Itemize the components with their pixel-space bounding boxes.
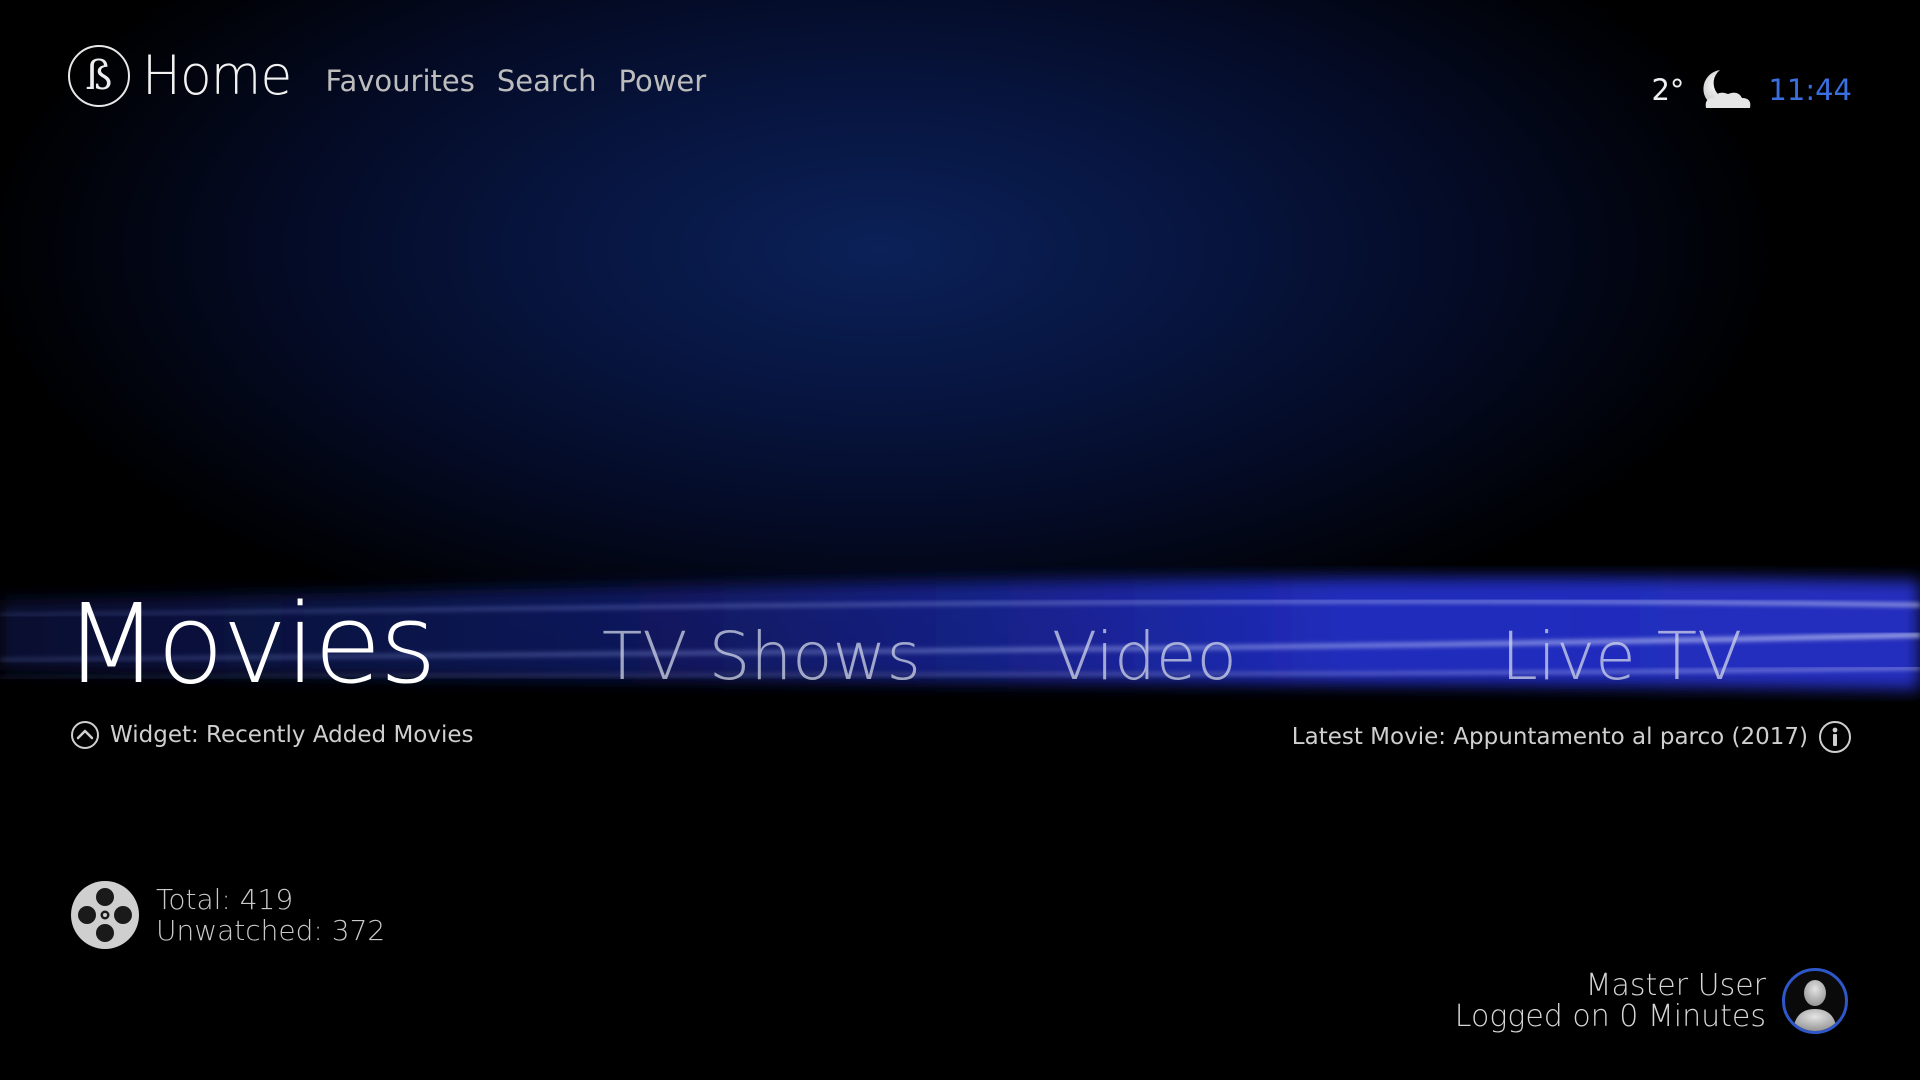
status-area: 2° 11:44 xyxy=(1651,66,1852,114)
menu-item-live-tv[interactable]: Live TV xyxy=(1501,618,1742,695)
chevron-up-circle-icon xyxy=(71,721,99,749)
nav-power[interactable]: Power xyxy=(619,64,707,98)
library-stats: Total: 419 Unwatched: 372 xyxy=(70,880,385,950)
film-reel-icon xyxy=(71,881,139,949)
widget-label: Widget: Recently Added Movies xyxy=(110,722,474,748)
moon-cloud-icon xyxy=(1703,70,1751,108)
logo-glyph: ß xyxy=(85,52,113,99)
top-bar: ß Home Favourites Search Power xyxy=(68,44,706,107)
kodi-skin-logo[interactable]: ß xyxy=(68,44,130,107)
nav-favourites[interactable]: Favourites xyxy=(325,64,474,98)
stat-total: Total: 419 xyxy=(156,883,294,916)
latest-movie[interactable]: Latest Movie: Appuntamento al parco (201… xyxy=(1292,720,1852,754)
menu-item-video[interactable]: Video xyxy=(1052,618,1237,695)
nav-search[interactable]: Search xyxy=(497,64,597,98)
menu-item-movies[interactable]: Movies xyxy=(64,580,437,708)
user-session: Logged on 0 Minutes xyxy=(1454,999,1766,1034)
stat-unwatched: Unwatched: 372 xyxy=(156,914,386,947)
main-menu: Movies TV Shows Video Live TV xyxy=(0,580,1920,708)
latest-movie-label: Latest Movie: Appuntamento al parco (201… xyxy=(1291,724,1808,750)
user-name: Master User xyxy=(1585,968,1766,1003)
person-silhouette-icon xyxy=(1793,980,1837,1031)
user-panel[interactable]: Master User Logged on 0 Minutes xyxy=(1455,968,1848,1034)
page-title: Home xyxy=(142,44,292,107)
user-avatar-icon[interactable] xyxy=(1782,968,1848,1034)
widget-toggle[interactable]: Widget: Recently Added Movies xyxy=(70,720,474,750)
temperature: 2° xyxy=(1651,73,1685,107)
clock: 11:44 xyxy=(1768,73,1852,107)
info-icon[interactable] xyxy=(1818,720,1852,754)
home-screen: ß Home Favourites Search Power 2° 11:44 … xyxy=(0,0,1920,1080)
menu-item-tv-shows[interactable]: TV Shows xyxy=(602,618,921,695)
